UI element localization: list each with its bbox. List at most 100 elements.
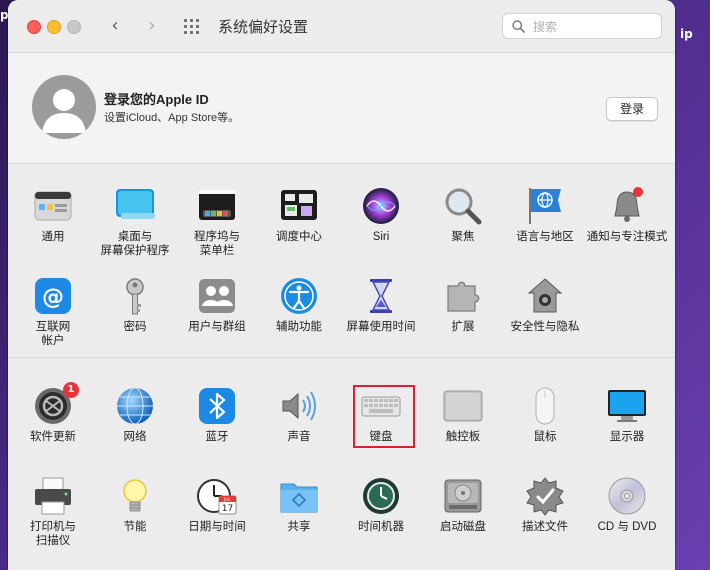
pref-passwords[interactable]: 密码 (94, 276, 176, 334)
pref-label: 安全性与隐私 (510, 321, 580, 333)
pref-software-update[interactable]: 1 软件更新 (12, 382, 94, 444)
printer-icon (33, 476, 73, 516)
pref-label: CD 与 DVD (597, 521, 657, 533)
pref-label: 启动磁盘 (440, 521, 486, 533)
show-all-grid-icon[interactable] (184, 19, 202, 35)
pref-trackpad[interactable]: 触控板 (422, 386, 504, 444)
pref-users-groups[interactable]: 用户与群组 (176, 276, 258, 334)
trackpad-icon (443, 386, 483, 426)
security-icon (525, 276, 565, 316)
pref-network[interactable]: 网络 (94, 386, 176, 444)
pref-time-machine[interactable]: 时间机器 (340, 476, 422, 534)
spotlight-icon (443, 186, 483, 226)
pref-sharing[interactable]: 共享 (258, 476, 340, 534)
startup-disk-icon (443, 476, 483, 516)
internet-accounts-icon: @ (33, 276, 73, 316)
software-update-icon: 1 (33, 382, 79, 426)
pref-label: 节能 (123, 521, 147, 533)
close-window-button[interactable] (27, 20, 41, 34)
pref-label: 描述文件 (522, 521, 568, 533)
desktop-icon (115, 186, 155, 226)
pref-label: Siri (372, 231, 390, 243)
pref-label: 软件更新 (30, 431, 76, 443)
pref-label: 密码 (123, 321, 147, 333)
pref-label: 打印机与 扫描仪 (30, 521, 76, 547)
general-icon (33, 186, 73, 226)
sound-icon (279, 386, 319, 426)
siri-icon (361, 186, 401, 226)
pref-siri[interactable]: Siri (340, 186, 422, 244)
pref-screen-time[interactable]: 屏幕使用时间 (340, 276, 422, 334)
pref-startup-disk[interactable]: 启动磁盘 (422, 476, 504, 534)
update-count-badge: 1 (63, 382, 79, 398)
login-button[interactable]: 登录 (606, 97, 658, 121)
pref-desktop-screensaver[interactable]: 桌面与 屏幕保护程序 (94, 186, 176, 258)
pref-language-region[interactable]: 语言与地区 (504, 186, 586, 244)
pref-label: 聚焦 (451, 231, 475, 243)
search-input[interactable] (531, 17, 655, 37)
pref-mission-control[interactable]: 调度中心 (258, 186, 340, 244)
minimize-window-button[interactable] (47, 20, 61, 34)
pref-label: 桌面与 屏幕保护程序 (100, 231, 170, 257)
window-title: 系统偏好设置 (218, 19, 309, 36)
back-button[interactable]: ‹ (105, 16, 125, 36)
pref-extensions[interactable]: 扩展 (422, 276, 504, 334)
sharing-icon (279, 476, 319, 516)
pref-security-privacy[interactable]: 安全性与隐私 (504, 276, 586, 334)
pref-label: 语言与地区 (516, 231, 574, 243)
apple-id-title: 登录您的Apple ID (104, 92, 209, 107)
pref-label: 通知与专注模式 (586, 231, 668, 243)
pref-energy-saver[interactable]: 节能 (94, 476, 176, 534)
pref-date-time[interactable]: JUL 17 日期与时间 (176, 476, 258, 534)
pref-spotlight[interactable]: 聚焦 (422, 186, 504, 244)
pref-label: 互联网 帐户 (35, 321, 71, 347)
pref-mouse[interactable]: 鼠标 (504, 386, 586, 444)
search-field[interactable] (502, 13, 662, 39)
pref-notifications[interactable]: 通知与专注模式 (586, 186, 668, 244)
dock-icon (197, 186, 237, 226)
cd-dvd-icon (607, 476, 647, 516)
pref-internet-accounts[interactable]: @ 互联网 帐户 (12, 276, 94, 348)
pref-accessibility[interactable]: 辅助功能 (258, 276, 340, 334)
forward-button[interactable]: › (142, 16, 162, 36)
apple-id-subtitle: 设置iCloud、App Store等。 (104, 112, 240, 124)
pref-cd-dvd[interactable]: CD 与 DVD (586, 476, 668, 534)
user-silhouette-icon (42, 89, 86, 133)
date-time-icon: JUL 17 (197, 476, 237, 516)
time-machine-icon (361, 476, 401, 516)
pref-label: 辅助功能 (276, 321, 322, 333)
system-preferences-window: ‹ › 系统偏好设置 登录您的Apple ID 设置iCloud、App Sto… (8, 0, 675, 570)
pref-label: 调度中心 (276, 231, 322, 243)
bluetooth-icon (197, 386, 237, 426)
pref-profiles[interactable]: 描述文件 (504, 476, 586, 534)
search-icon (512, 20, 525, 33)
pref-printers-scanners[interactable]: 打印机与 扫描仪 (12, 476, 94, 548)
pref-sound[interactable]: 声音 (258, 386, 340, 444)
pref-label: 日期与时间 (188, 521, 246, 533)
pref-label: 程序坞与 菜单栏 (194, 231, 240, 257)
pref-label: 用户与群组 (188, 321, 246, 333)
pref-bluetooth[interactable]: 蓝牙 (176, 386, 258, 444)
desktop-text-right: ip (680, 27, 693, 41)
pref-label: 蓝牙 (205, 431, 229, 443)
title-bar: ‹ › 系统偏好设置 (8, 0, 675, 53)
at-symbol-text: @ (42, 285, 64, 310)
pref-general[interactable]: 通用 (12, 186, 94, 244)
calendar-day-text: 17 (222, 504, 233, 514)
avatar[interactable] (32, 75, 96, 139)
calendar-month-text: JUL (223, 497, 232, 503)
pref-label: 鼠标 (533, 431, 557, 443)
pref-label: 触控板 (445, 431, 481, 443)
screen-time-icon (361, 276, 401, 316)
key-icon (115, 276, 155, 316)
pref-label: 声音 (287, 431, 311, 443)
pref-label: 网络 (123, 431, 147, 443)
display-icon (607, 386, 647, 426)
zoom-window-button[interactable] (67, 20, 81, 34)
pref-label: 显示器 (609, 431, 645, 443)
pref-dock-menubar[interactable]: 程序坞与 菜单栏 (176, 186, 258, 258)
pref-label: 扩展 (451, 321, 475, 333)
pref-displays[interactable]: 显示器 (586, 386, 668, 444)
pref-label: 时间机器 (358, 521, 404, 533)
extensions-icon (443, 276, 483, 316)
